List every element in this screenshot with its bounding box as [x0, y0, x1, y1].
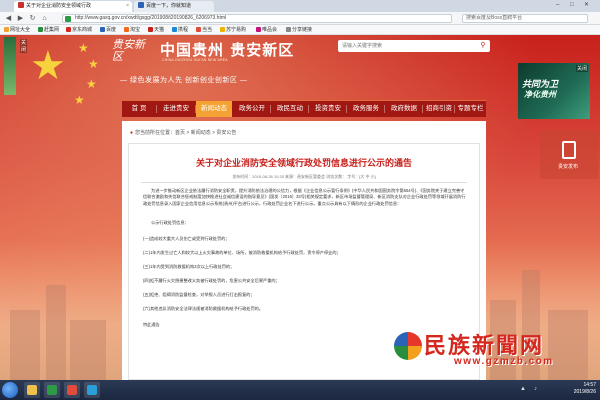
nav-item-services[interactable]: 政务服务	[348, 101, 384, 117]
bookmark-item[interactable]: 淘宝	[124, 26, 140, 34]
url-text: http://www.gaxq.gov.cn/xwdt/gsgg/201908/…	[75, 15, 227, 21]
article-list-item: (六)其他违反消防安全法律法规被消防救援机构给予行政处罚的。	[143, 306, 264, 311]
forward-icon[interactable]: ▶	[16, 14, 25, 23]
refresh-icon[interactable]: ↻	[28, 14, 37, 23]
article-title: 关于对企业消防安全领域行政处罚信息进行公示的通告	[195, 158, 412, 168]
browser-search-text: 搜索百度及Boss直聘平台	[466, 15, 523, 21]
watermark-logo-icon	[394, 332, 422, 360]
article-meta: 发布时间：2019-08-26 10:33 来源：贵安新区管委会 浏览次数： 字…	[232, 174, 376, 179]
browser-tab-active[interactable]: 关于对企业消防安全领域行政 ×	[14, 1, 132, 12]
article-list-item: (五)拒绝、阻碍消防监督检查，对举报人员进行打击报复的；	[143, 292, 255, 297]
taskbar-app-browser[interactable]	[44, 382, 60, 398]
nav-item-data[interactable]: 政府数据	[386, 101, 422, 117]
flag-star-icon: ★	[86, 77, 97, 91]
nav-item-invest[interactable]: 投资贵安	[310, 101, 346, 117]
flag-star-icon: ★	[88, 57, 99, 71]
bookmark-item[interactable]: 百度	[100, 26, 116, 34]
url-input[interactable]: http://www.gaxq.gov.cn/xwdt/gsgg/201908/…	[62, 14, 452, 23]
os-taskbar: ▲ ♪ 14:57 2019/8/26	[0, 380, 600, 400]
nav-item-news[interactable]: 新闻动态	[196, 101, 232, 117]
main-nav: 首 页 走进贵安 新闻动态 政务公开 政民互动 投资贵安 政务服务 政府数据 招…	[122, 100, 486, 117]
nav-item-interaction[interactable]: 政民互动	[272, 101, 308, 117]
bookmark-item[interactable]: 分享链接	[286, 26, 312, 34]
ad-headline-2: 净化贵州	[524, 90, 556, 99]
site-logo[interactable]: 贵安新区	[112, 39, 154, 69]
bookmarks-bar: 网址大全 赶集网 京东商城 百度 淘宝 天猫 携程 当当 苏宁易购 唯品会 分享…	[0, 25, 600, 35]
search-icon[interactable]: ⚲	[478, 41, 488, 51]
site-slogan: — 绿色发展为人先 创新创业创新区 —	[120, 77, 248, 84]
site-favicon-icon	[18, 2, 24, 8]
right-side-widget[interactable]: 贵安发布	[540, 131, 598, 179]
site-search-input[interactable]	[342, 41, 462, 51]
start-button[interactable]	[2, 382, 18, 398]
home-icon[interactable]: ⌂	[40, 14, 49, 23]
taskbar-app-explorer[interactable]	[24, 382, 40, 398]
volume-icon[interactable]: ♪	[534, 386, 537, 392]
bookmark-item[interactable]: 天猫	[148, 26, 164, 34]
article-list-item: (三)1年内受到消防救援机构3次以上行政处罚的；	[143, 264, 235, 269]
divider	[141, 182, 467, 183]
back-icon[interactable]: ◀	[4, 14, 13, 23]
tab-label: 百度一下，你就知道	[146, 3, 192, 9]
left-side-ad[interactable]: 关闭	[4, 37, 28, 95]
bookmark-item[interactable]: 网址大全	[4, 26, 30, 34]
article-paragraph: 公示行政处罚信息：	[151, 220, 189, 225]
browser-search-input[interactable]: 搜索百度及Boss直聘平台	[462, 14, 588, 23]
flag-star-icon: ★	[78, 41, 89, 55]
site-subtitle: CHINA GUIZHOU GUI'AN NEW AREA	[162, 58, 228, 62]
nav-item-gov-open[interactable]: 政务公开	[234, 101, 270, 117]
tab-label: 关于对企业消防安全领域行政	[26, 3, 92, 9]
network-icon[interactable]: ▲	[520, 386, 526, 392]
nav-item-topics[interactable]: 专题专栏	[455, 101, 486, 117]
browser-tab[interactable]: 百度一下，你就知道	[134, 1, 214, 12]
clock-date: 2019/8/26	[573, 389, 596, 395]
taskbar-app-chat[interactable]	[84, 382, 100, 398]
article-list-item: (四)拒不履行火灾隐患整改义务被行政处罚的，危害公共安全后果严重的；	[143, 278, 280, 283]
maximize-icon[interactable]: □	[570, 1, 574, 10]
browser-tabbar: 关于对企业消防安全领域行政 × 百度一下，你就知道 – □ ✕	[0, 0, 600, 12]
address-bar: ◀ ▶ ↻ ⌂ http://www.gaxq.gov.cn/xwdt/gsgg…	[0, 12, 600, 25]
phone-icon	[562, 141, 576, 159]
site-search: ⚲	[338, 40, 490, 52]
location-icon: ●	[130, 130, 134, 136]
right-banner-ad[interactable]: 关闭 共同为卫 净化贵州	[518, 63, 590, 119]
clock-time: 14:57	[583, 382, 596, 388]
close-ad-button[interactable]: 关闭	[575, 65, 588, 72]
close-window-icon[interactable]: ✕	[584, 1, 589, 10]
article-list-item: (一)造成较大重大人员伤亡或受到行政处罚的；	[143, 236, 230, 241]
bookmark-item[interactable]: 赶集网	[38, 26, 59, 34]
flag-star-icon: ★	[74, 93, 85, 107]
minimize-icon[interactable]: –	[556, 1, 559, 10]
secure-icon	[65, 16, 71, 22]
site-favicon-icon	[138, 2, 144, 8]
article-list-item: (二)1年内发生过亡人和较大以上火灾事故的单位、场所，被消防救援机构给予行政处罚…	[143, 250, 341, 255]
breadcrumb[interactable]: ● 您当前所在位置：首页 > 新闻动态 > 贵安公告	[130, 129, 236, 136]
close-ad-button[interactable]: 关闭	[20, 39, 28, 53]
flag-star-icon: ★	[30, 44, 66, 88]
taskbar-app-media[interactable]	[64, 382, 80, 398]
breadcrumb-text: 您当前所在位置：首页 > 新闻动态 > 贵安公告	[135, 130, 237, 136]
article-ending: 特此通告	[143, 322, 160, 327]
nav-item-attract[interactable]: 招商引资	[424, 101, 454, 117]
watermark-url: www.gzmzb.com	[454, 356, 554, 367]
bookmark-item[interactable]: 京东商城	[66, 26, 92, 34]
widget-label: 贵安发布	[558, 164, 579, 170]
clock[interactable]: 14:57 2019/8/26	[574, 382, 596, 396]
bookmark-item[interactable]: 当当	[196, 26, 212, 34]
bookmark-item[interactable]: 携程	[172, 26, 188, 34]
news-watermark: 民族新聞网 www.gzmzb.com	[394, 332, 594, 380]
nav-item-home[interactable]: 首 页	[122, 101, 156, 117]
article-paragraph: 为进一步推动新区企业依法履行消防安全职责，提升消防依法治理的公信力，根据《企业信…	[143, 188, 466, 206]
close-tab-icon[interactable]: ×	[126, 2, 129, 11]
nav-item-about[interactable]: 走进贵安	[158, 101, 194, 117]
bookmark-item[interactable]: 唯品会	[256, 26, 277, 34]
site-title: 中国贵州 贵安新区	[160, 41, 295, 59]
bookmark-item[interactable]: 苏宁易购	[220, 26, 246, 34]
